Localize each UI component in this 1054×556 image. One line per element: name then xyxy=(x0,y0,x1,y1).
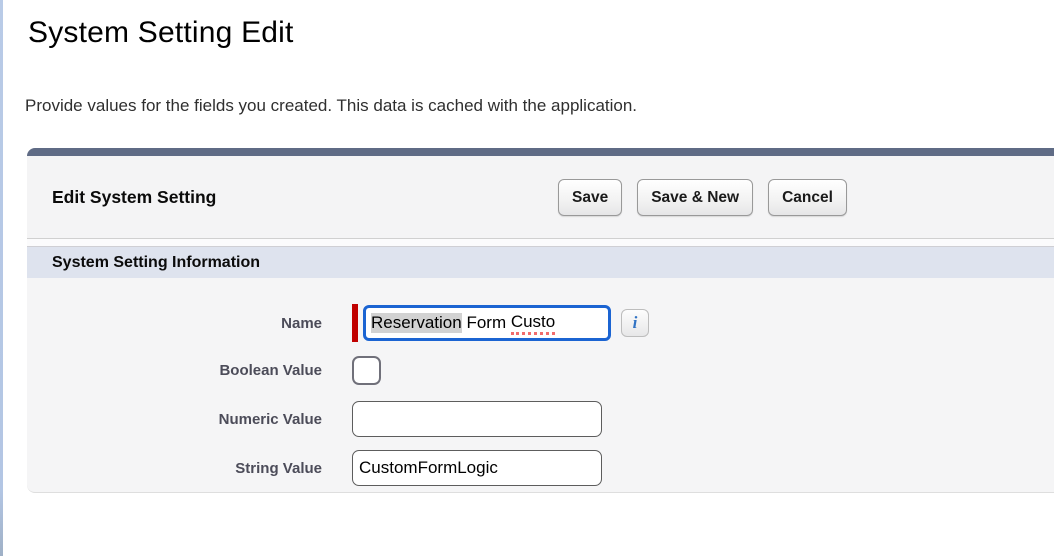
button-bar: Save Save & New Cancel xyxy=(558,179,862,216)
name-input[interactable]: Reservation Form Custo xyxy=(363,305,611,341)
page-title: System Setting Edit xyxy=(28,16,294,50)
string-field-area xyxy=(352,449,602,487)
page-description: Provide values for the fields you create… xyxy=(25,96,637,116)
name-row: Name Reservation Form Custo i xyxy=(27,304,1054,342)
header-section-gap xyxy=(27,239,1054,246)
string-label: String Value xyxy=(27,460,322,477)
panel-top-accent-bar xyxy=(27,148,1054,156)
numeric-input[interactable] xyxy=(352,401,602,437)
required-indicator xyxy=(352,304,358,342)
section-header: System Setting Information xyxy=(27,246,1054,278)
boolean-field-area xyxy=(352,354,381,386)
info-icon[interactable]: i xyxy=(621,309,649,337)
boolean-label: Boolean Value xyxy=(27,362,322,379)
panel-header: Edit System Setting Save Save & New Canc… xyxy=(27,156,1054,239)
panel-header-title: Edit System Setting xyxy=(52,156,216,239)
numeric-field-area xyxy=(352,400,602,438)
name-label: Name xyxy=(27,315,322,332)
name-middle-text: Form xyxy=(462,313,511,333)
name-field-area: Reservation Form Custo i xyxy=(352,304,649,342)
name-misspelled-text: Custo xyxy=(511,312,555,335)
form-content: Name Reservation Form Custo i Boolean Va… xyxy=(27,278,1054,493)
boolean-row: Boolean Value xyxy=(27,354,1054,386)
string-input[interactable] xyxy=(352,450,602,486)
boolean-checkbox[interactable] xyxy=(352,356,381,385)
edit-panel: Edit System Setting Save Save & New Canc… xyxy=(27,148,1054,493)
numeric-label: Numeric Value xyxy=(27,411,322,428)
save-and-new-button[interactable]: Save & New xyxy=(637,179,753,216)
name-selected-text: Reservation xyxy=(371,313,462,333)
string-row: String Value xyxy=(27,449,1054,487)
numeric-row: Numeric Value xyxy=(27,400,1054,438)
save-button[interactable]: Save xyxy=(558,179,622,216)
window-left-edge xyxy=(0,0,3,556)
cancel-button[interactable]: Cancel xyxy=(768,179,847,216)
